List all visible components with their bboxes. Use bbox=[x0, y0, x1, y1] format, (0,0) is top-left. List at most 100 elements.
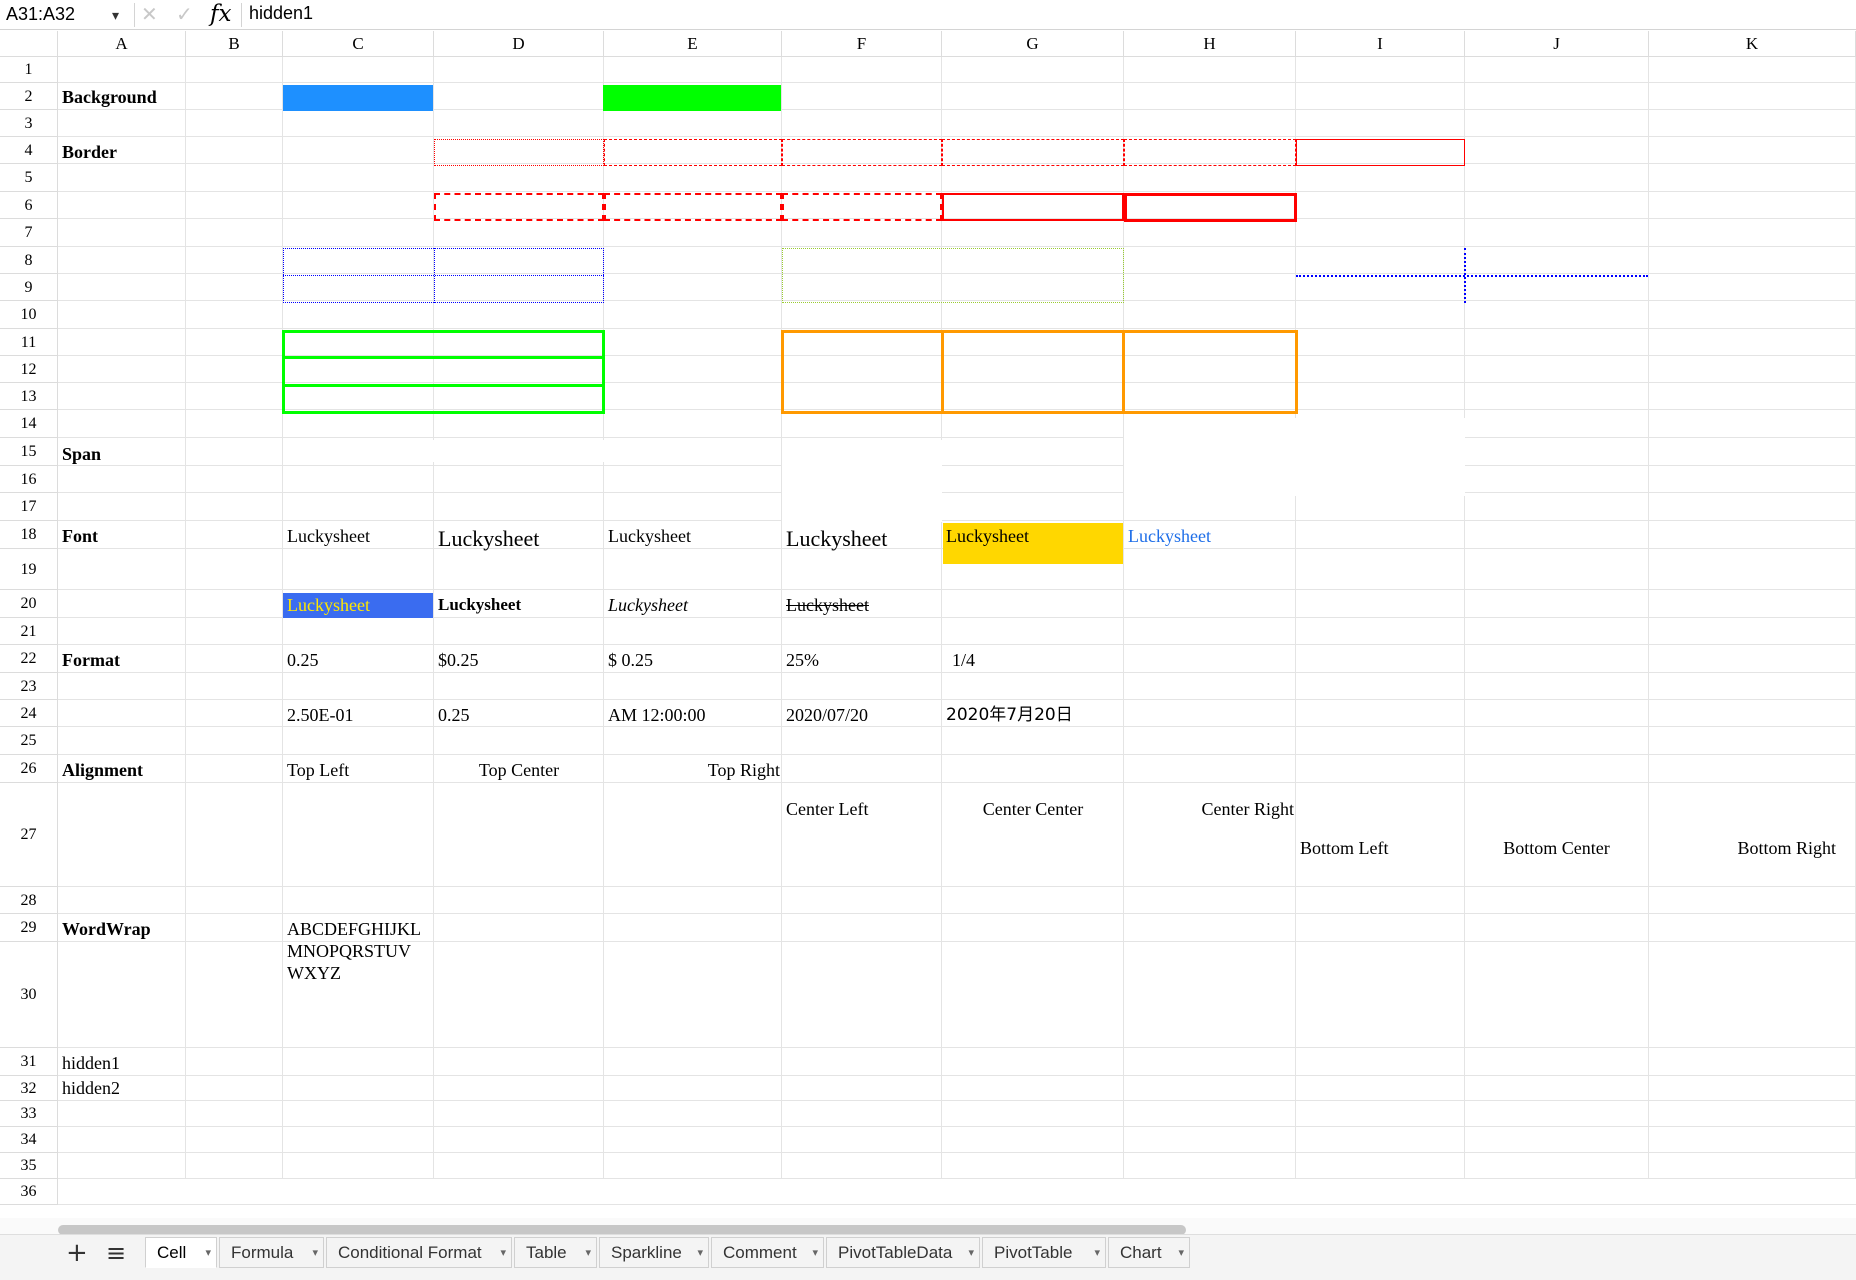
row-header-35[interactable]: 35 bbox=[0, 1153, 58, 1179]
cell-f20[interactable]: Luckysheet bbox=[782, 594, 869, 616]
tab-dropdown-icon[interactable]: ▾ bbox=[697, 1238, 703, 1268]
tab-dropdown-icon[interactable]: ▾ bbox=[205, 1238, 211, 1268]
row-header-18[interactable]: 18 bbox=[0, 521, 58, 549]
row-header-5[interactable]: 5 bbox=[0, 164, 58, 192]
cell-h18[interactable]: Luckysheet bbox=[1124, 525, 1211, 547]
name-box-dropdown-icon[interactable]: ▾ bbox=[112, 2, 119, 28]
row-header-27[interactable]: 27 bbox=[0, 783, 58, 887]
row-header-30[interactable]: 30 bbox=[0, 942, 58, 1048]
border-cell-dotted[interactable] bbox=[434, 139, 604, 166]
cell-e24[interactable]: AM 12:00:00 bbox=[604, 704, 706, 726]
row-header-26[interactable]: 26 bbox=[0, 755, 58, 783]
row-header-19[interactable]: 19 bbox=[0, 549, 58, 590]
border-cell-dash-dot[interactable] bbox=[782, 139, 942, 166]
row-header-8[interactable]: 8 bbox=[0, 247, 58, 274]
sheet-tab-comment[interactable]: Comment ▾ bbox=[711, 1237, 824, 1268]
row-header-9[interactable]: 9 bbox=[0, 274, 58, 301]
row-header-24[interactable]: 24 bbox=[0, 700, 58, 727]
tab-dropdown-icon[interactable]: ▾ bbox=[1178, 1238, 1184, 1268]
tab-dropdown-icon[interactable]: ▾ bbox=[1094, 1238, 1100, 1268]
cell-c26[interactable]: Top Left bbox=[283, 759, 349, 781]
cell-c24[interactable]: 2.50E-01 bbox=[283, 704, 354, 726]
background-fill-green[interactable] bbox=[603, 85, 781, 111]
row-header-6[interactable]: 6 bbox=[0, 192, 58, 219]
merged-range-span-1[interactable] bbox=[283, 440, 781, 462]
sheet-tab-pivottabledata[interactable]: PivotTableData ▾ bbox=[826, 1237, 980, 1268]
border-range-orange-thick[interactable] bbox=[781, 330, 1298, 414]
confirm-icon[interactable]: ✓ bbox=[176, 1, 193, 29]
row-header-32[interactable]: 32 bbox=[0, 1076, 58, 1101]
cell-a31[interactable]: hidden1 bbox=[58, 1052, 120, 1074]
row-header-2[interactable]: 2 bbox=[0, 83, 58, 110]
cell-g26[interactable]: Center Center bbox=[942, 798, 1124, 820]
row-header-3[interactable]: 3 bbox=[0, 110, 58, 137]
cell-a32[interactable]: hidden2 bbox=[58, 1077, 120, 1099]
sheet-tab-cell[interactable]: Cell ▾ bbox=[145, 1237, 217, 1268]
column-header-f[interactable]: F bbox=[782, 31, 942, 57]
cell-d20[interactable]: Luckysheet bbox=[434, 594, 521, 616]
row-header-4[interactable]: 4 bbox=[0, 137, 58, 164]
function-icon[interactable]: fx bbox=[210, 0, 231, 29]
sheet-tab-conditional-format[interactable]: Conditional Format ▾ bbox=[326, 1237, 512, 1268]
row-header-25[interactable]: 25 bbox=[0, 727, 58, 755]
row-header-34[interactable]: 34 bbox=[0, 1127, 58, 1153]
column-header-c[interactable]: C bbox=[283, 31, 434, 57]
merged-range-span-2[interactable] bbox=[782, 440, 942, 522]
cell-e18[interactable]: Luckysheet bbox=[604, 525, 691, 547]
border-cell-thin[interactable] bbox=[1296, 139, 1465, 166]
cell-f24[interactable]: 2020/07/20 bbox=[782, 704, 868, 726]
row-header-17[interactable]: 17 bbox=[0, 493, 58, 521]
row-header-14[interactable]: 14 bbox=[0, 410, 58, 438]
sheet-tab-table[interactable]: Table ▾ bbox=[514, 1237, 597, 1268]
border-cell-medium-dash-dot-dot[interactable] bbox=[782, 193, 942, 221]
cell-c29-line2[interactable]: MNOPQRSTUV bbox=[283, 940, 411, 962]
row-header-28[interactable]: 28 bbox=[0, 887, 58, 914]
tab-dropdown-icon[interactable]: ▾ bbox=[312, 1238, 318, 1268]
cell-e22[interactable]: $ 0.25 bbox=[604, 649, 653, 671]
cell-c29-line1[interactable]: ABCDEFGHIJKL bbox=[283, 918, 421, 940]
cell-d26[interactable]: Top Center bbox=[434, 759, 604, 781]
cell-j26[interactable]: Bottom Center bbox=[1465, 837, 1648, 859]
cell-g18[interactable]: Luckysheet bbox=[942, 525, 1029, 547]
cell-c22[interactable]: 0.25 bbox=[283, 649, 319, 671]
cell-d22[interactable]: $0.25 bbox=[434, 649, 479, 671]
cell-i26[interactable]: Bottom Left bbox=[1296, 837, 1389, 859]
column-header-b[interactable]: B bbox=[186, 31, 283, 57]
row-header-7[interactable]: 7 bbox=[0, 219, 58, 247]
border-cell-dashed[interactable] bbox=[604, 139, 782, 166]
row-header-22[interactable]: 22 bbox=[0, 645, 58, 673]
row-header-10[interactable]: 10 bbox=[0, 301, 58, 329]
tab-dropdown-icon[interactable]: ▾ bbox=[812, 1238, 818, 1268]
cell-h26[interactable]: Center Right bbox=[1124, 798, 1295, 820]
row-header-1[interactable]: 1 bbox=[0, 57, 58, 83]
sheet-list-icon[interactable]: ≡ bbox=[106, 1238, 126, 1268]
border-range-green-thick[interactable] bbox=[282, 330, 605, 414]
column-header-d[interactable]: D bbox=[434, 31, 604, 57]
sheet-tab-pivottable[interactable]: PivotTable ▾ bbox=[982, 1237, 1106, 1268]
cell-f26[interactable]: Center Left bbox=[782, 798, 868, 820]
cancel-icon[interactable]: ✕ bbox=[141, 1, 158, 29]
cell-e26[interactable]: Top Right bbox=[604, 759, 780, 781]
row-header-36[interactable]: 36 bbox=[0, 1179, 58, 1205]
column-header-g[interactable]: G bbox=[942, 31, 1124, 57]
cell-k26[interactable]: Bottom Right bbox=[1649, 837, 1836, 859]
select-all-corner[interactable] bbox=[0, 31, 58, 57]
column-header-j[interactable]: J bbox=[1465, 31, 1649, 57]
border-cell-medium-dashed[interactable] bbox=[434, 193, 604, 221]
row-header-13[interactable]: 13 bbox=[0, 383, 58, 410]
sheet-tab-sparkline[interactable]: Sparkline ▾ bbox=[599, 1237, 709, 1268]
cell-d24[interactable]: 0.25 bbox=[434, 704, 470, 726]
cell-c18[interactable]: Luckysheet bbox=[283, 525, 370, 547]
column-header-h[interactable]: H bbox=[1124, 31, 1296, 57]
column-header-i[interactable]: I bbox=[1296, 31, 1465, 57]
row-header-23[interactable]: 23 bbox=[0, 673, 58, 700]
column-header-k[interactable]: K bbox=[1649, 31, 1856, 57]
tab-dropdown-icon[interactable]: ▾ bbox=[500, 1238, 506, 1268]
formula-input[interactable]: hidden1 bbox=[249, 0, 1839, 30]
row-header-29[interactable]: 29 bbox=[0, 914, 58, 942]
cell-g24[interactable]: 2020年7月20日 bbox=[942, 704, 1073, 726]
cell-e20[interactable]: Luckysheet bbox=[604, 594, 688, 616]
row-header-33[interactable]: 33 bbox=[0, 1101, 58, 1127]
column-header-e[interactable]: E bbox=[604, 31, 782, 57]
cell-c29-line3[interactable]: WXYZ bbox=[283, 962, 341, 984]
